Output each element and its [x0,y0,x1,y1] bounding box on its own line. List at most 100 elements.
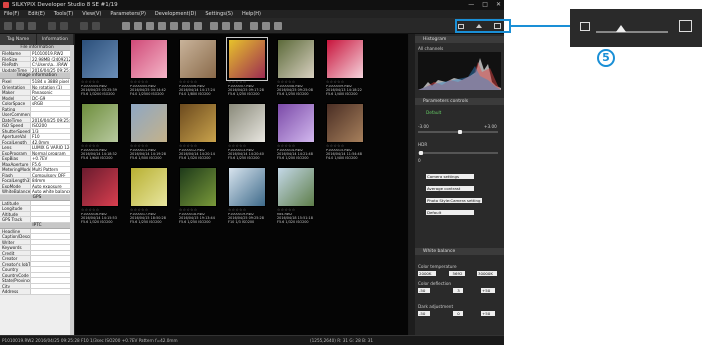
menu-tools[interactable]: Tools(T) [54,10,73,18]
thumbnail-image[interactable] [179,39,217,79]
rating-stars-icon[interactable]: ☆☆☆☆☆ [326,144,364,148]
thumbnail-image[interactable] [226,37,268,81]
thumbnail-item[interactable]: ☆☆☆☆☆ P1000019.RW2 2016/04/25 09:25:28 F10 … [226,167,274,229]
maximize-button[interactable]: □ [482,0,488,10]
thumbnail-image[interactable] [81,103,119,143]
rating-stars-icon[interactable]: ☆☆☆☆☆ [130,208,168,212]
rating-stars-icon[interactable]: ☆☆☆☆☆ [277,80,315,84]
thumbnail-item[interactable]: ☆☆☆☆☆ P1000015.RW2 2016/04/14 11:54:48 F4.0… [324,103,372,165]
menu-view[interactable]: View(V) [82,10,101,18]
menu-settings[interactable]: Settings(S) [205,10,233,18]
parameters-header[interactable]: Parameters controls [415,98,504,105]
thumbnail-image[interactable] [277,167,315,207]
thumbnail-image[interactable] [130,167,168,207]
cd-value-field[interactable]: 3 [453,288,463,293]
rating-stars-icon[interactable]: ☆☆☆☆☆ [179,208,217,212]
info-tool-icon[interactable] [262,22,270,30]
back-icon[interactable] [48,22,56,30]
rotate-left-icon[interactable] [80,22,88,30]
thumbnail-image[interactable] [228,167,266,207]
rating-stars-icon[interactable]: ☆☆☆☆☆ [81,144,119,148]
thumbnail-item[interactable]: ☆☆☆☆☆ P1000010.RW2 2016/04/14 14:18:32 F5.6… [79,103,127,165]
rating-stars-icon[interactable]: ☆☆☆☆☆ [81,208,119,212]
rotate-right-icon[interactable] [92,22,100,30]
hdr-slider[interactable] [418,152,498,154]
thumbnail-item[interactable]: ☆☆☆☆☆ P1000013.RW2 2016/04/14 14:20:40 F5.6… [226,103,274,165]
default-select[interactable]: Default [426,210,474,215]
thumbnail-image[interactable] [277,103,315,143]
rating-stars-icon[interactable]: ☆☆☆☆☆ [228,208,266,212]
photo-style-select[interactable]: Photo Style:Camera setting [426,198,482,203]
thumbnail-item[interactable]: ☆☆☆☆☆ no4.RW2 2016/04/18 15:51:18 F5.6 1/32… [275,167,323,229]
rating-stars-icon[interactable]: ☆☆☆☆☆ [130,80,168,84]
thumbnail-item[interactable]: ☆☆☆☆☆ P1000004.RW2 2016/04/25 03:25:39 F5.6… [79,39,127,101]
menu-edit[interactable]: Edit(E) [28,10,45,18]
compare-view-icon[interactable] [28,22,36,30]
thumbnail-item[interactable]: ☆☆☆☆☆ P1000006.RW2 2016/04/14 14:17:24 F4.0… [177,39,225,101]
histogram-header[interactable]: Histogram [415,36,504,43]
settings-tool-icon[interactable] [250,22,258,30]
menu-help[interactable]: Help(H) [242,10,261,18]
contrast-select[interactable]: Average contrast [426,186,474,191]
thumbnail-item[interactable]: ☆☆☆☆☆ P1000016.RW2 2016/04/14 14:15:53 F5.6… [79,167,127,229]
rating-stars-icon[interactable]: ☆☆☆☆☆ [179,144,217,148]
exposure-slider-knob[interactable] [458,130,462,134]
ct-value-field[interactable]: 5692 [449,271,465,276]
rating-stars-icon[interactable]: ☆☆☆☆☆ [277,144,315,148]
da-value-field[interactable]: 0 [453,311,463,316]
thumbnail-item[interactable]: ☆☆☆☆☆ P1000005.RW2 2016/04/25 04:14:42 F4.0… [128,39,176,101]
print-icon[interactable] [170,22,178,30]
histogram-tool-icon[interactable] [274,22,282,30]
thumbnail-image[interactable] [130,103,168,143]
thumbnail-item[interactable]: ☆☆☆☆☆ P1000012.RW2 2016/04/14 14:20:14 F5.6… [177,103,225,165]
forward-icon[interactable] [60,22,68,30]
thumbnail-image[interactable] [326,103,364,143]
close-button[interactable]: ✕ [496,0,501,10]
thumbnail-image[interactable] [277,39,315,79]
rating-stars-icon[interactable]: ☆☆☆☆☆ [130,144,168,148]
thumbnail-image[interactable] [326,39,364,79]
thumbnail-item[interactable]: ☆☆☆☆☆ P1000014.RW2 2016/04/14 14:21:48 F5.6… [275,103,323,165]
minimize-button[interactable]: — [468,0,474,10]
camera-settings-select[interactable]: Camera settings [426,174,474,179]
thumbnail-item[interactable]: ☆☆☆☆☆ P1000009.RW2 2016/04/13 14:18:22 F5.6… [324,39,372,101]
edit-icon[interactable] [146,22,154,30]
thumbnail-item[interactable]: ☆☆☆☆☆ P1000008.RW2 2016/04/25 09:25:08 F5.6… [275,39,323,101]
thumbnail-item[interactable]: ☆☆☆☆☆ P1000007.RW2 2016/04/25 09:17:28 F5.6… [226,37,274,101]
thumbnail-image[interactable] [179,103,217,143]
batch-develop-icon[interactable] [134,22,142,30]
copy-icon[interactable] [182,22,190,30]
rating-stars-icon[interactable]: ☆☆☆☆☆ [228,80,266,84]
crop-icon[interactable] [210,22,218,30]
thumbnail-image[interactable] [81,39,119,79]
grid-view-icon[interactable] [4,22,12,30]
menu-parameters[interactable]: Parameters(P) [110,10,146,18]
default-preset-label[interactable]: Default [426,110,441,115]
paste-icon[interactable] [194,22,202,30]
tab-tag-name[interactable]: Tag Name [0,34,37,45]
thumbnail-image[interactable] [81,167,119,207]
rating-stars-icon[interactable]: ☆☆☆☆☆ [326,80,364,84]
white-balance-header[interactable]: White balance [415,248,504,255]
thumbnail-item[interactable]: ☆☆☆☆☆ P1000017.RW2 2016/04/15 18:50:28 F5.6… [128,167,176,229]
info-scrollbar[interactable] [70,45,74,335]
iptc-info-row[interactable]: Address [0,289,74,295]
tab-information[interactable]: Information [37,34,74,45]
menu-file[interactable]: File(F) [4,10,19,18]
single-view-icon[interactable] [16,22,24,30]
hdr-slider-knob[interactable] [419,151,423,155]
histogram-channel[interactable]: All channels [418,46,443,51]
rating-stars-icon[interactable]: ☆☆☆☆☆ [179,80,217,84]
menu-development[interactable]: Development(D) [155,10,196,18]
thumbnail-image[interactable] [130,39,168,79]
gray-point-icon[interactable] [234,22,242,30]
thumbnail-item[interactable]: ☆☆☆☆☆ P1000011.RW2 2016/04/14 14:19:28 F5.6… [128,103,176,165]
thumbnail-item[interactable]: ☆☆☆☆☆ P1000018.RW2 2016/04/15 19:13:44 F5.6… [177,167,225,229]
brush-icon[interactable] [158,22,166,30]
thumbnail-image[interactable] [228,103,266,143]
spot-icon[interactable] [222,22,230,30]
rating-stars-icon[interactable]: ☆☆☆☆☆ [277,208,315,212]
thumbnail-image[interactable] [179,167,217,207]
develop-icon[interactable] [122,22,130,30]
rating-stars-icon[interactable]: ☆☆☆☆☆ [81,80,119,84]
